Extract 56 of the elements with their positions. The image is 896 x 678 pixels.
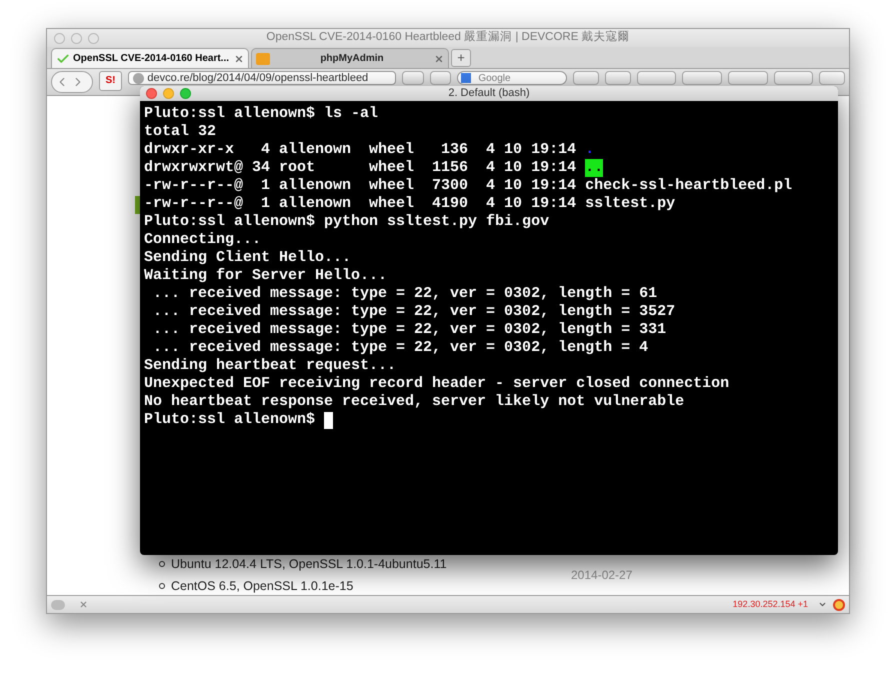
back-forward-button[interactable] [51, 71, 93, 93]
terminal-line: Pluto:ssl allenown$ ls -al [144, 105, 380, 123]
window-control-icon[interactable] [163, 88, 174, 99]
toolbar-button[interactable] [728, 71, 768, 85]
close-icon[interactable] [79, 600, 88, 609]
search-field[interactable]: Google [457, 71, 568, 85]
terminal-line: Pluto:ssl allenown$ [144, 411, 834, 429]
list-item: Ubuntu 12.04.4 LTS, OpenSSL 1.0.1-4ubuntu5.11 [171, 556, 447, 573]
window-control-icon[interactable] [54, 32, 65, 44]
window-control-icon[interactable] [146, 88, 157, 99]
bullet-icon [159, 561, 165, 567]
window-control-icon[interactable] [71, 32, 82, 44]
terminal-line: total 32 [144, 123, 218, 141]
terminal-line: Unexpected EOF receiving record header - server closed connection [144, 375, 730, 393]
toolbar-button[interactable] [682, 71, 722, 85]
heading-marker [135, 196, 140, 214]
logo-icon [256, 52, 270, 64]
new-tab-button[interactable]: + [451, 49, 471, 67]
dropdown-icon[interactable] [818, 600, 827, 609]
terminal-line: ... received message: type = 22, ver = 0302, length = 3527 [152, 303, 676, 321]
window-control-icon[interactable] [88, 32, 99, 44]
home-button[interactable] [605, 71, 631, 85]
toolbar-button[interactable] [636, 71, 676, 85]
terminal-line: ... received message: type = 22, ver = 0302, length = 4 [152, 339, 650, 357]
list-item: CentOS 6.5, OpenSSL 1.0.1e-15 [171, 578, 354, 595]
checkmark-icon [56, 52, 70, 66]
block-button[interactable] [402, 71, 424, 85]
bullet-icon [159, 583, 165, 589]
terminal-line: Connecting... [144, 231, 262, 249]
download-button[interactable] [573, 71, 600, 85]
terminal-line: -rw-r--r--@ 1 allenown wheel 7300 4 10 19:14 check-ssl-heartbleed.pl [144, 177, 794, 195]
browser-tab[interactable]: OpenSSL CVE-2014-0160 Heart... [51, 48, 249, 68]
window-title: OpenSSL CVE-2014-0160 Heartbleed 嚴重漏洞 | DEVCORE 戴夫寇爾 [265, 29, 631, 46]
settings-button[interactable] [819, 71, 845, 85]
terminal-title: 2. Default (bash) [447, 86, 531, 101]
terminal-line: No heartbeat response received, server likely not vulnerable [144, 393, 686, 411]
terminal-line: ... received message: type = 22, ver = 0302, length = 331 [152, 321, 668, 339]
terminal-line: Sending heartbeat request... [144, 357, 398, 375]
reload-button[interactable] [430, 71, 452, 85]
close-icon[interactable] [234, 54, 244, 64]
terminal-line: Sending Client Hello... [144, 249, 352, 267]
address-field[interactable]: devco.re/blog/2014/04/09/openssl-heartbleed [128, 71, 396, 85]
ip-address: 192.30.252.154 +1 [732, 598, 808, 611]
bookmark-button[interactable]: S! [98, 71, 122, 91]
terminal-line: drwxrwxrwt@ 34 root wheel 1156 4 10 19:14 .. [144, 159, 604, 177]
terminal-line: ... received message: type = 22, ver = 0302, length = 61 [152, 285, 658, 303]
toolbar-button[interactable] [774, 71, 814, 85]
terminal-line: Waiting for Server Hello... [144, 267, 388, 285]
close-icon[interactable] [434, 54, 444, 64]
post-date: 2014-02-27 [571, 567, 632, 584]
blocked-icon[interactable] [833, 598, 845, 610]
terminal-line: Pluto:ssl allenown$ python ssltest.py fbi.gov [144, 213, 550, 231]
browser-tab[interactable]: phpMyAdmin [251, 48, 449, 68]
terminal-line: drwxr-xr-x 4 allenown wheel 136 4 10 19:14 . [144, 141, 596, 159]
window-control-icon[interactable] [180, 88, 191, 99]
terminal-line: -rw-r--r--@ 1 allenown wheel 4190 4 10 19:14 ssltest.py [144, 195, 676, 213]
